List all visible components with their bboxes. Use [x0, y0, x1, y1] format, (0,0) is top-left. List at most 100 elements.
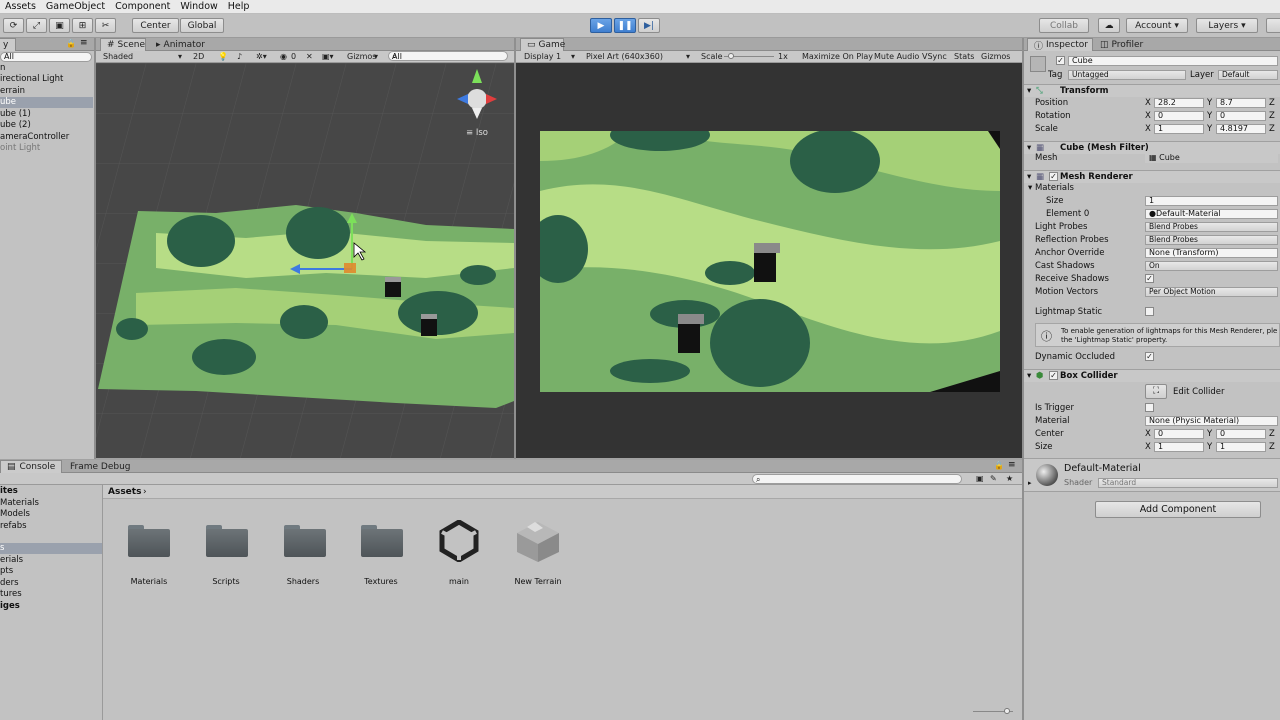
favorite-icon[interactable]: ★ [1006, 474, 1013, 483]
box-collider-enabled-checkbox[interactable]: ✓ [1049, 371, 1058, 380]
receive-shadows-checkbox[interactable]: ✓ [1145, 274, 1154, 283]
maximize-on-play-toggle[interactable]: Maximize On Play [802, 52, 873, 61]
list-item[interactable]: errain [0, 86, 25, 97]
folder-icon[interactable] [361, 525, 403, 557]
scale-tool-icon[interactable]: ⤢ [26, 18, 47, 33]
size-y-field[interactable]: 1 [1216, 442, 1266, 452]
menu-icon[interactable]: ≡ [1008, 460, 1016, 470]
edit-collider-button[interactable]: ⛶ [1145, 384, 1167, 399]
play-button[interactable]: ▶ [590, 18, 612, 33]
effects-dropdown-icon[interactable]: ✲▾ [256, 52, 267, 61]
list-item[interactable]: pts [0, 566, 13, 577]
materials-foldout[interactable]: ▾ Materials [1028, 182, 1074, 194]
transform-header[interactable]: ▾ ⤡ Transform [1024, 84, 1280, 97]
list-item[interactable]: ube (1) [0, 109, 31, 120]
resolution-dropdown[interactable]: Pixel Art (640x360) [586, 52, 663, 61]
tab-frame-debug[interactable]: Frame Debug [64, 460, 137, 473]
pivot-center-button[interactable]: Center [132, 18, 179, 33]
tag-dropdown[interactable]: Untagged [1068, 70, 1186, 80]
tab-scene[interactable]: # Scene [100, 38, 146, 51]
lock-icon[interactable]: 🔒 [66, 39, 76, 48]
asset-label[interactable]: New Terrain [503, 577, 573, 586]
folder-icon[interactable] [284, 525, 326, 557]
rotate-tool-icon[interactable]: ⟳ [3, 18, 24, 33]
tab-hierarchy[interactable]: y [0, 38, 16, 51]
list-item[interactable]: tures [0, 589, 22, 600]
asset-label[interactable]: Textures [346, 577, 416, 586]
list-item[interactable]: erials [0, 555, 23, 566]
display-dropdown[interactable]: Display 1 [524, 52, 561, 61]
light-probes-dropdown[interactable]: Blend Probes [1145, 222, 1278, 232]
reflection-probes-dropdown[interactable]: Blend Probes [1145, 235, 1278, 245]
dynamic-occluded-checkbox[interactable]: ✓ [1145, 352, 1154, 361]
list-item[interactable]: ites [0, 486, 18, 497]
anchor-override-field[interactable]: None (Transform) [1145, 248, 1278, 258]
tab-animator[interactable]: ▸ Animator [150, 38, 211, 51]
game-viewport[interactable] [516, 63, 1022, 458]
list-item[interactable]: ube (2) [0, 120, 31, 131]
center-y-field[interactable]: 0 [1216, 429, 1266, 439]
size-x-field[interactable]: 1 [1154, 442, 1204, 452]
list-item[interactable]: irectional Light [0, 74, 63, 85]
folder-icon[interactable] [128, 525, 170, 557]
collider-material-field[interactable]: None (Physic Material) [1145, 416, 1278, 426]
shader-dropdown[interactable]: Standard [1098, 478, 1278, 488]
rotation-x-field[interactable]: 0 [1154, 111, 1204, 121]
hierarchy-search-input[interactable]: All [0, 52, 92, 62]
lightmap-static-checkbox[interactable] [1145, 307, 1154, 316]
position-x-field[interactable]: 28.2 [1154, 98, 1204, 108]
tools-icon[interactable]: ✕ [306, 52, 313, 61]
menu-icon[interactable]: ≡ [80, 38, 88, 48]
mesh-renderer-enabled-checkbox[interactable]: ✓ [1049, 172, 1058, 181]
visibility-icon[interactable]: ◉ [280, 52, 287, 61]
project-search-input[interactable]: ⌕ [752, 474, 962, 484]
filter-type-icon[interactable]: ▣ [976, 474, 984, 483]
stats-toggle[interactable]: Stats [954, 52, 974, 61]
layer-dropdown[interactable]: Default [1218, 70, 1278, 80]
list-item-selected[interactable]: ube [0, 97, 93, 108]
2d-toggle[interactable]: 2D [193, 52, 204, 61]
custom-tool-icon[interactable]: ✂ [95, 18, 116, 33]
rotation-y-field[interactable]: 0 [1216, 111, 1266, 121]
motion-vectors-dropdown[interactable]: Per Object Motion [1145, 287, 1278, 297]
cast-shadows-dropdown[interactable]: On [1145, 261, 1278, 271]
scene-viewport[interactable]: ≡ Iso [96, 63, 514, 458]
asset-label[interactable]: main [424, 577, 494, 586]
light-toggle-icon[interactable]: 💡 [218, 52, 228, 61]
mute-audio-toggle[interactable]: Mute Audio [874, 52, 919, 61]
scale-y-field[interactable]: 4.8197 [1216, 124, 1266, 134]
pause-button[interactable]: ❚❚ [614, 18, 636, 33]
collab-button[interactable]: Collab [1039, 18, 1089, 33]
menu-window[interactable]: Window [175, 1, 222, 12]
folder-icon[interactable] [206, 525, 248, 557]
asset-label[interactable]: Shaders [268, 577, 338, 586]
mesh-field[interactable]: ▦ Cube [1145, 153, 1278, 163]
zoom-slider-handle[interactable] [1004, 708, 1010, 714]
layout-dropdown[interactable] [1266, 18, 1280, 33]
active-checkbox[interactable]: ✓ [1056, 56, 1065, 65]
position-y-field[interactable]: 8.7 [1216, 98, 1266, 108]
menu-assets[interactable]: Assets [0, 1, 41, 12]
tab-inspector[interactable]: ⓘ Inspector [1027, 38, 1093, 52]
filter-label-icon[interactable]: ✎ [990, 474, 997, 483]
cloud-icon[interactable]: ☁ [1098, 18, 1120, 33]
layers-dropdown[interactable]: Layers ▾ [1196, 18, 1258, 33]
menu-help[interactable]: Help [223, 1, 255, 12]
asset-label[interactable]: Materials [114, 577, 184, 586]
shading-dropdown[interactable]: Shaded [103, 52, 133, 61]
materials-size-field[interactable]: 1 [1145, 196, 1278, 206]
list-item[interactable]: Materials [0, 498, 39, 509]
breadcrumb-assets[interactable]: Assets [108, 487, 141, 497]
list-item[interactable]: refabs [0, 521, 27, 532]
unity-scene-icon[interactable] [438, 520, 480, 562]
terrain-asset-icon[interactable] [515, 518, 561, 564]
box-collider-header[interactable]: ▾ ⬢ ✓ Box Collider [1024, 369, 1280, 382]
is-trigger-checkbox[interactable] [1145, 403, 1154, 412]
tab-console[interactable]: ▤ Console [0, 460, 62, 473]
list-item[interactable]: oint Light [0, 143, 40, 154]
game-gizmos-dropdown[interactable]: Gizmos [981, 52, 1010, 61]
object-name-field[interactable]: Cube [1068, 56, 1278, 66]
scale-x-field[interactable]: 1 [1154, 124, 1204, 134]
asset-label[interactable]: Scripts [191, 577, 261, 586]
element-material-field[interactable]: ●Default-Material [1145, 209, 1278, 219]
